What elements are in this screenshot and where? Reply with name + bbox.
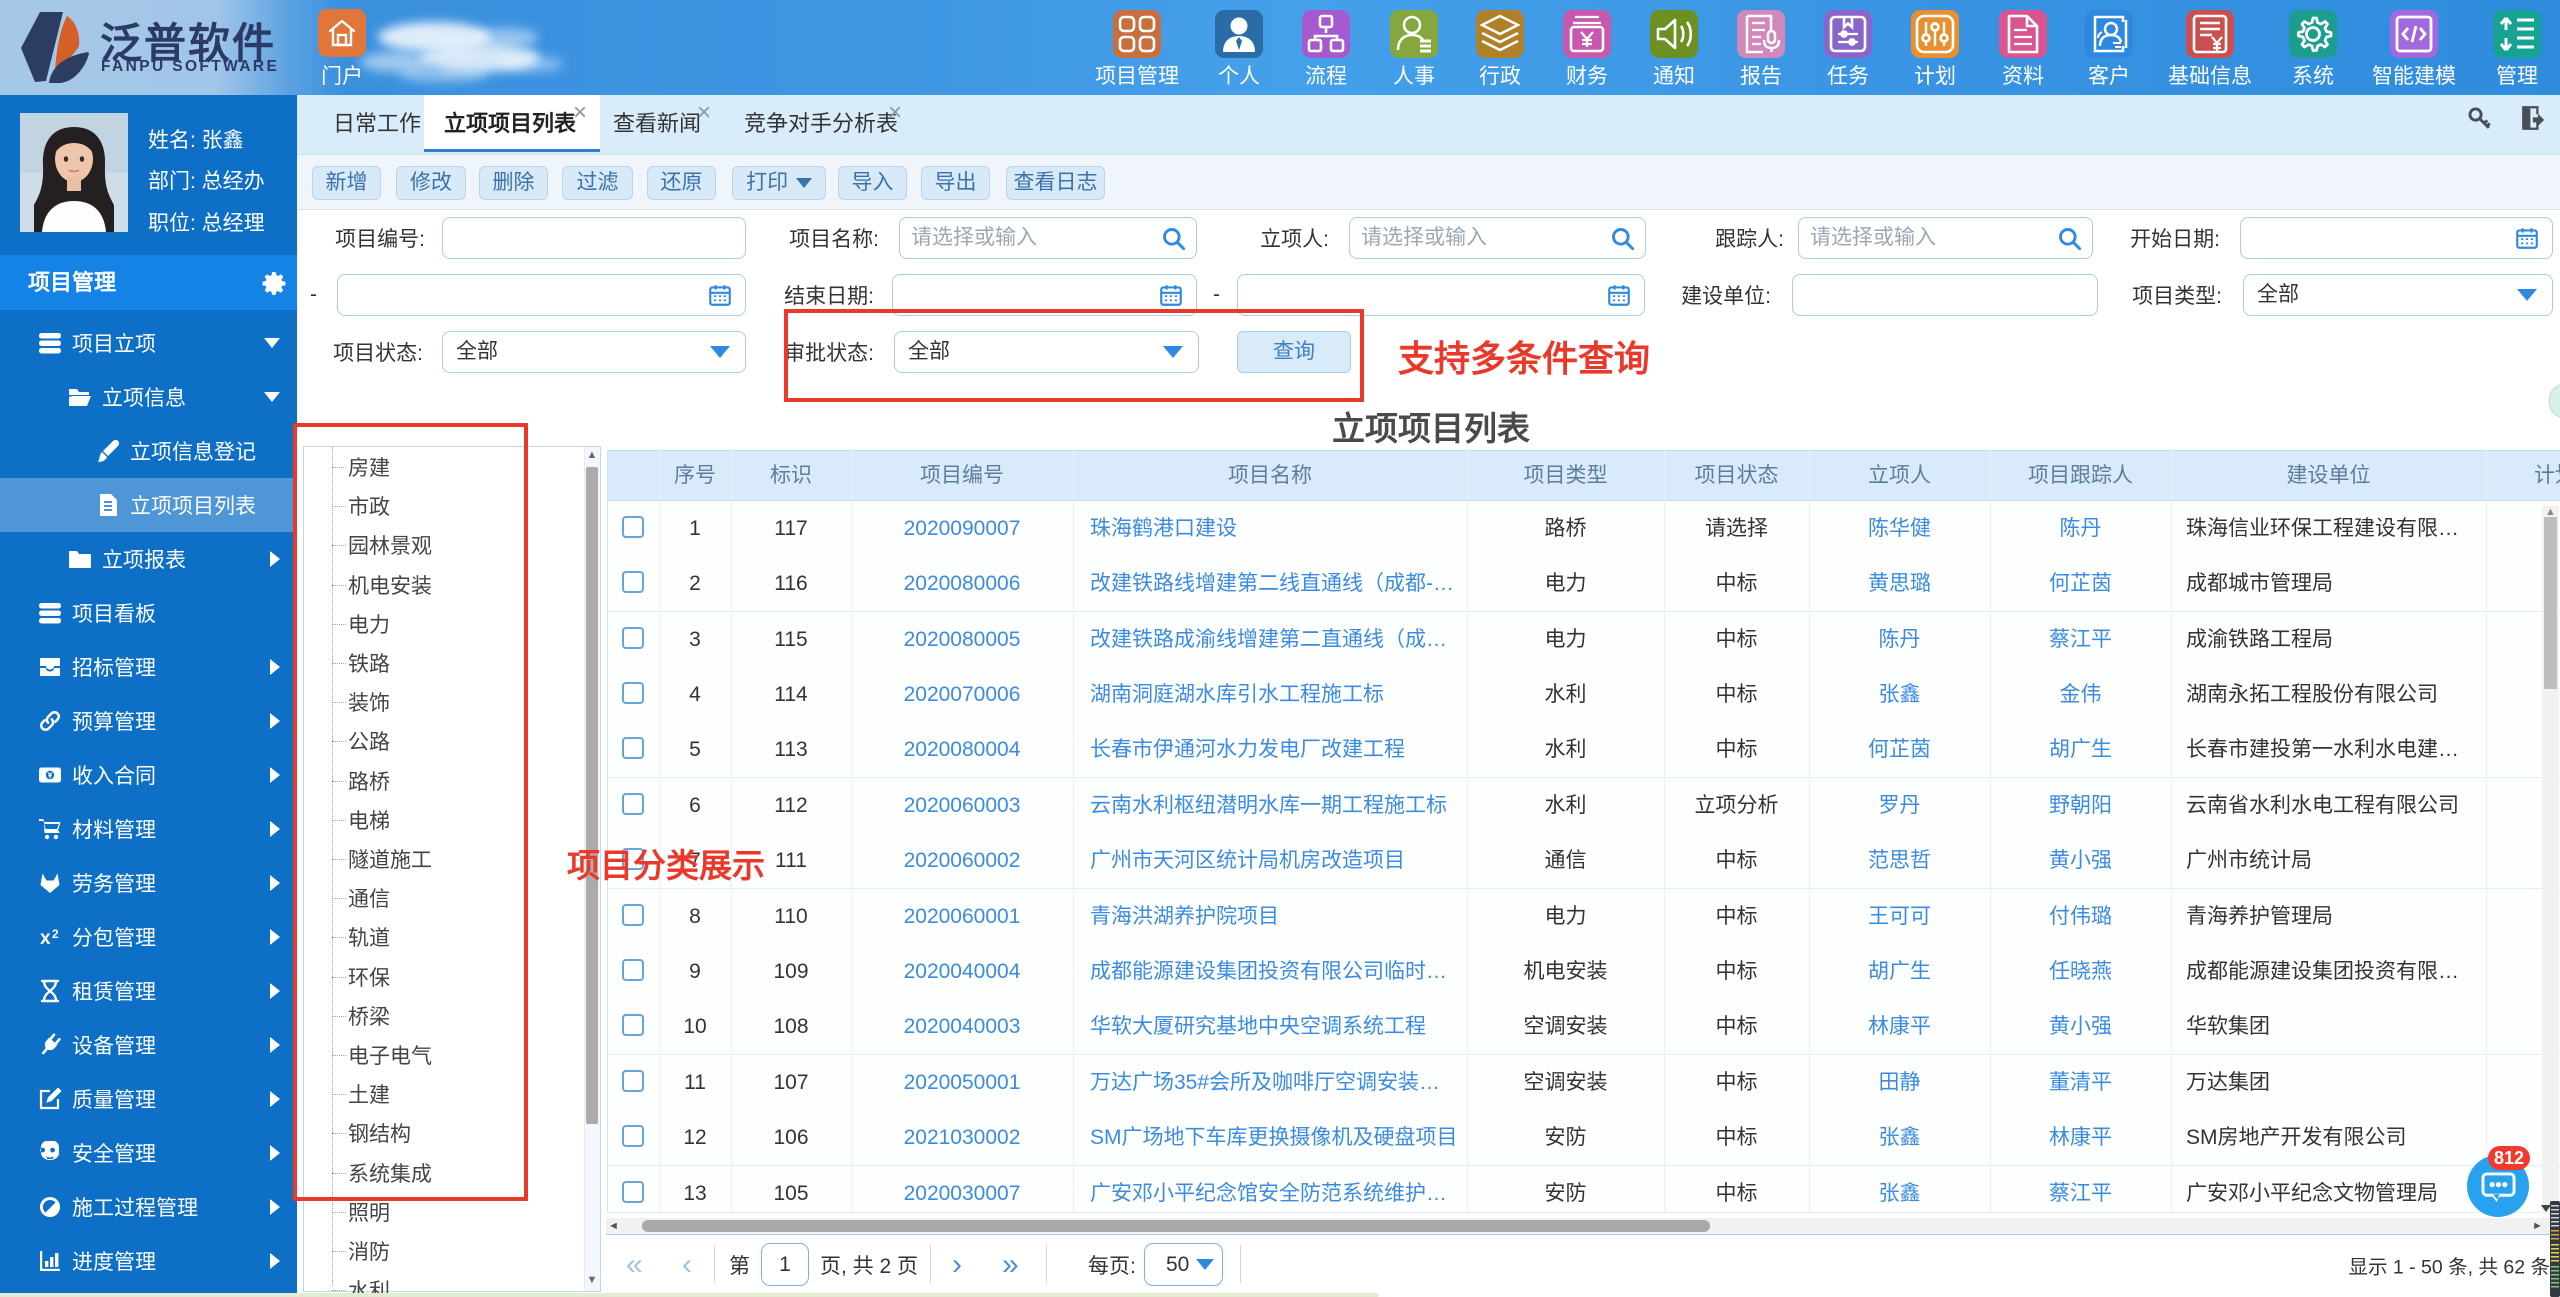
- svg-text:2: 2: [52, 927, 59, 941]
- svg-text:x: x: [40, 928, 51, 949]
